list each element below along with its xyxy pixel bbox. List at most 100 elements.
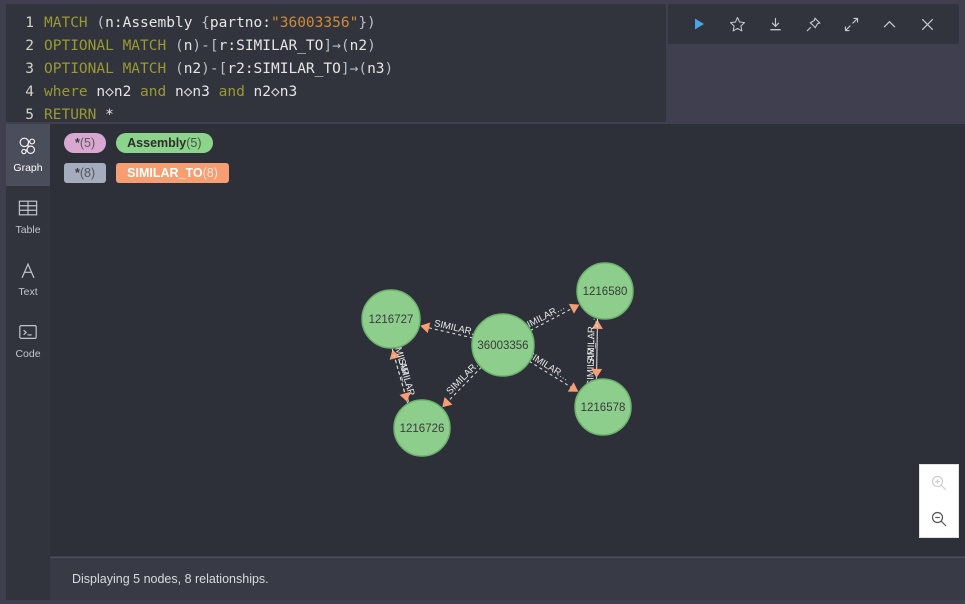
code-token: n:Assembly bbox=[105, 15, 202, 31]
code-token: n2 bbox=[183, 61, 202, 77]
code-token: and bbox=[209, 84, 254, 100]
code-token: r:SIMILAR_TO bbox=[218, 38, 324, 54]
code-token: where bbox=[44, 84, 97, 100]
graph-node-label: 1216726 bbox=[400, 423, 445, 435]
collapse-button[interactable] bbox=[877, 11, 903, 37]
result-status-bar: Displaying 5 nodes, 8 relationships. bbox=[50, 557, 965, 600]
code-token: n2◇n3 bbox=[253, 84, 298, 100]
code-token: ( bbox=[96, 15, 106, 31]
line-number: 5 bbox=[25, 107, 34, 122]
code-token: r2:SIMILAR_TO bbox=[227, 61, 341, 77]
line-number: 1 bbox=[25, 15, 34, 31]
sidebar-item-table[interactable]: Table bbox=[6, 186, 50, 248]
graph-icon bbox=[17, 136, 39, 158]
legend-relationship-types-row: * (8) SIMILAR_TO (8) bbox=[64, 162, 965, 184]
graph-node-label: 36003356 bbox=[477, 340, 528, 352]
cypher-code-lines[interactable]: 1 MATCH (n:Assembly {partno:"36003356"}) 2… bbox=[6, 4, 666, 122]
neo4j-browser-result-frame: 1 MATCH (n:Assembly {partno:"36003356"}) 2… bbox=[0, 0, 965, 604]
frame-toolbar bbox=[668, 4, 959, 44]
graph-zoom-controls bbox=[919, 464, 959, 538]
graph-node[interactable]: 36003356 bbox=[471, 313, 535, 377]
code-line[interactable]: 3 OPTIONAL MATCH (n2)-[r2:SIMILAR_TO]→(n3… bbox=[6, 58, 666, 81]
sidebar-item-label: Code bbox=[15, 348, 41, 360]
code-line[interactable]: 5 RETURN * bbox=[6, 104, 666, 122]
line-number: 2 bbox=[25, 38, 34, 54]
legend-chip-count: (5) bbox=[79, 136, 96, 150]
sidebar-item-graph[interactable]: Graph bbox=[6, 124, 50, 186]
text-icon bbox=[17, 260, 39, 282]
code-token: OPTIONAL MATCH bbox=[44, 61, 175, 77]
legend-chip-count: (5) bbox=[186, 136, 202, 150]
code-token: * bbox=[105, 107, 114, 122]
line-number: 3 bbox=[25, 61, 34, 77]
chevron-up-icon bbox=[881, 16, 898, 33]
run-query-button[interactable] bbox=[686, 11, 712, 37]
graph-node[interactable]: 1216580 bbox=[576, 262, 634, 320]
code-line[interactable]: 1 MATCH (n:Assembly {partno:"36003356"}) bbox=[6, 12, 666, 35]
code-token: "36003356" bbox=[271, 15, 359, 31]
graph-legend: * (5) Assembly (5) * (8) SIMILAR_TO (8) bbox=[50, 124, 965, 190]
sidebar-item-text[interactable]: Text bbox=[6, 248, 50, 310]
sidebar-bottom-filler bbox=[6, 556, 50, 600]
code-token: n3 bbox=[367, 61, 385, 77]
graph-node-label: 1216727 bbox=[369, 314, 414, 326]
code-token: )-[ bbox=[192, 38, 219, 54]
legend-chip-similar-to[interactable]: SIMILAR_TO (8) bbox=[116, 163, 229, 183]
sidebar-item-label: Graph bbox=[13, 162, 43, 174]
code-token: n◇n2 bbox=[96, 84, 132, 100]
legend-chip-label: SIMILAR_TO bbox=[127, 166, 203, 180]
code-token: ]→( bbox=[323, 38, 350, 54]
code-token: ]→( bbox=[340, 61, 368, 77]
legend-chip-all-rels[interactable]: * (8) bbox=[64, 163, 107, 183]
expand-button[interactable] bbox=[839, 11, 865, 37]
pin-icon bbox=[805, 16, 822, 33]
table-icon bbox=[17, 198, 39, 220]
status-text: Displaying 5 nodes, 8 relationships. bbox=[72, 572, 269, 586]
code-line-text: MATCH (n:Assembly {partno:"36003356"}) bbox=[44, 12, 376, 35]
legend-chip-assembly[interactable]: Assembly (5) bbox=[116, 133, 213, 153]
code-icon bbox=[17, 322, 39, 344]
code-token: and bbox=[131, 84, 175, 100]
graph-node-label: 1216580 bbox=[583, 286, 628, 298]
zoom-in-button[interactable] bbox=[927, 471, 951, 495]
code-token: MATCH bbox=[44, 15, 97, 31]
graph-node-label: 1216578 bbox=[581, 402, 626, 414]
download-icon bbox=[767, 16, 784, 33]
code-token: OPTIONAL MATCH bbox=[44, 38, 175, 54]
close-button[interactable] bbox=[915, 11, 941, 37]
line-number: 4 bbox=[25, 84, 34, 100]
code-line-text: OPTIONAL MATCH (n)-[r:SIMILAR_TO]→(n2) bbox=[44, 35, 376, 58]
relationship-label: SIMILAR_… bbox=[586, 311, 598, 364]
code-token: }) bbox=[358, 15, 376, 31]
legend-node-labels-row: * (5) Assembly (5) bbox=[64, 132, 965, 154]
code-token: n◇n3 bbox=[174, 84, 210, 100]
favorite-button[interactable] bbox=[724, 11, 750, 37]
code-line[interactable]: 4 where n◇n2 and n◇n3 and n2◇n3 bbox=[6, 81, 666, 104]
graph-node[interactable]: 1216578 bbox=[574, 378, 632, 436]
code-line-text: where n◇n2 and n◇n3 and n2◇n3 bbox=[44, 81, 297, 104]
graph-node[interactable]: 1216726 bbox=[393, 399, 451, 457]
expand-icon bbox=[843, 16, 860, 33]
code-line[interactable]: 2 OPTIONAL MATCH (n)-[r:SIMILAR_TO]→(n2) bbox=[6, 35, 666, 58]
code-token: partno: bbox=[209, 15, 271, 31]
code-token: ( bbox=[174, 38, 184, 54]
sidebar-item-label: Table bbox=[15, 224, 41, 236]
code-token: ) bbox=[367, 38, 376, 54]
code-token: RETURN bbox=[44, 107, 106, 122]
sidebar-item-label: Text bbox=[18, 286, 38, 298]
graph-visualization[interactable]: SIMILAR… SIMILAR…SIMILAR…SIMILAR…SIMILAR_… bbox=[50, 190, 965, 556]
download-button[interactable] bbox=[762, 11, 788, 37]
legend-chip-count: (8) bbox=[202, 166, 218, 180]
graph-canvas[interactable]: SIMILAR… SIMILAR… SIMILAR… SIMILAR… SIMILAR_… bbox=[50, 190, 965, 556]
legend-chip-count: (8) bbox=[79, 166, 96, 180]
code-line-text: OPTIONAL MATCH (n2)-[r2:SIMILAR_TO]→(n3) bbox=[44, 58, 393, 81]
code-token: n2 bbox=[349, 38, 368, 54]
cypher-editor[interactable]: 1 MATCH (n:Assembly {partno:"36003356"}) 2… bbox=[6, 4, 666, 122]
sidebar-item-code[interactable]: Code bbox=[6, 310, 50, 372]
pin-button[interactable] bbox=[800, 11, 826, 37]
legend-chip-all-nodes[interactable]: * (5) bbox=[64, 133, 107, 153]
graph-node[interactable]: 1216727 bbox=[361, 289, 421, 349]
zoom-out-button[interactable] bbox=[927, 507, 951, 531]
code-token: ) bbox=[384, 61, 394, 77]
legend-chip-label: Assembly bbox=[127, 136, 187, 150]
